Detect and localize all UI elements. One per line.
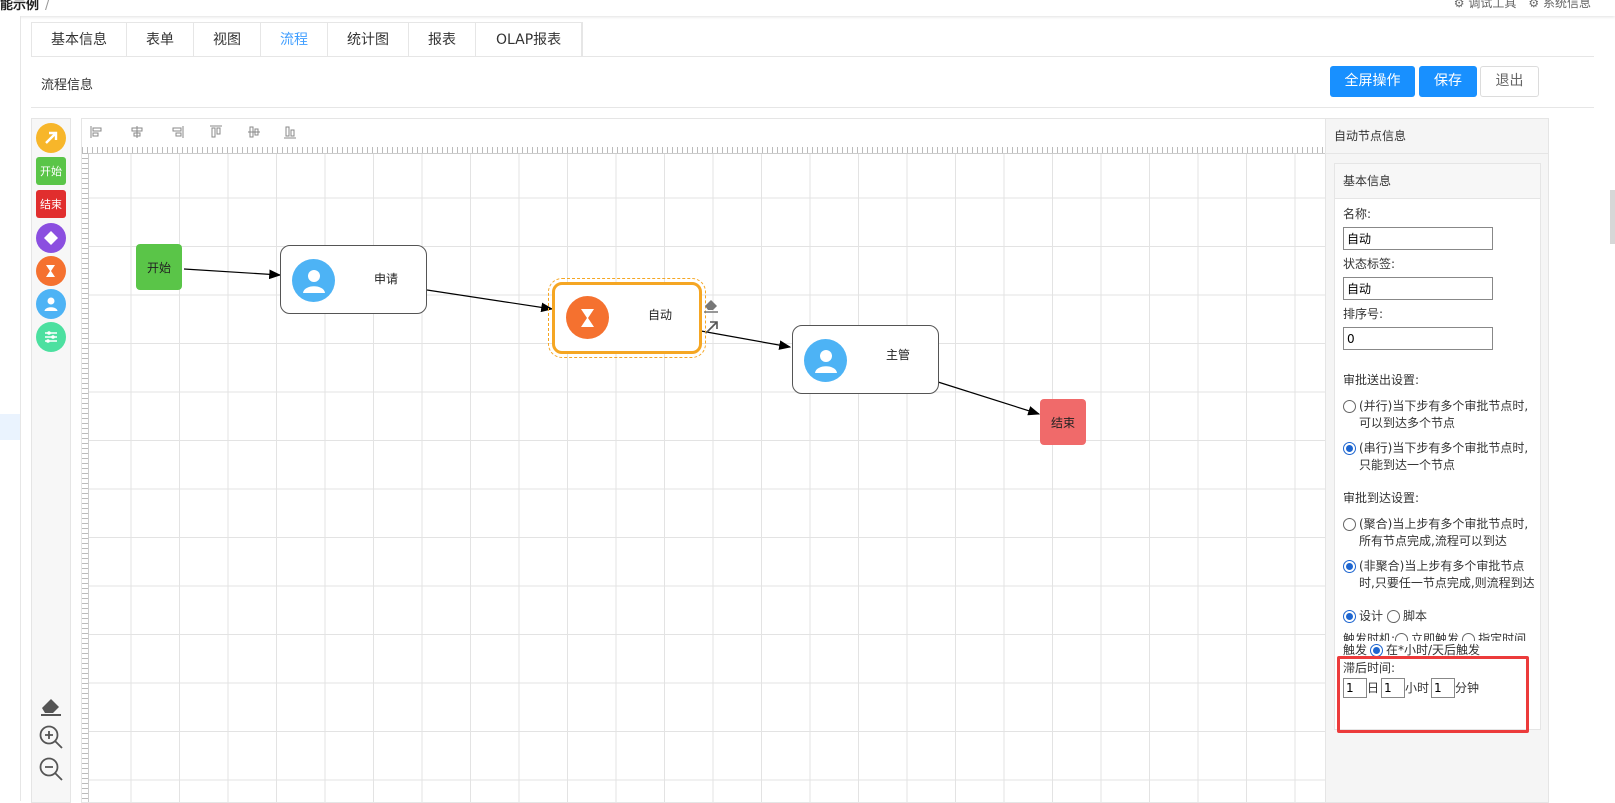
tab-divider [31,56,1594,57]
radio-design[interactable] [1343,610,1356,623]
tab-report[interactable]: 报表 [409,23,476,57]
radio-trigger-time[interactable] [1462,633,1476,641]
radio-nonjoin[interactable] [1343,560,1356,573]
name-label: 名称: [1343,207,1372,221]
page-scrollbar[interactable] [1610,190,1615,244]
flow-canvas[interactable]: 开始 申请 自动 主管 结束 [81,118,1326,803]
highlight-annotation-box [1337,656,1529,733]
trigger-time-label: 指定时间 [1478,632,1527,641]
main-content: 基本信息 表单 视图 流程 统计图 报表 OLAP报表 流程信息 全屏操作 保存… [31,16,1594,803]
send-option-parallel[interactable]: (并行)当下步有多个审批节点时,可以到达多个节点 [1343,398,1535,432]
status-input[interactable] [1343,277,1493,300]
user-icon [804,339,847,382]
name-input[interactable] [1343,227,1493,250]
left-nav-strip [0,16,21,801]
tab-view[interactable]: 视图 [194,23,261,57]
top-bar: 能示例 / ⚙ 调试工具 ⚙ 系统信息 [0,0,1615,16]
arrive-option-nonjoin[interactable]: (非聚合)当上步有多个审批节点时,只要任一节点完成,则流程到达 [1343,558,1535,592]
tab-olap-report[interactable]: OLAP报表 [476,23,583,57]
decision-diamond-icon[interactable] [36,223,66,253]
tab-form[interactable]: 表单 [127,23,194,57]
send-setting-label: 审批送出设置: [1343,373,1420,387]
breadcrumb-separator: / [45,0,50,13]
node-connect-arrow-icon[interactable] [704,319,720,335]
trigger-label: 触发时机: [1343,632,1396,641]
zoom-out-icon[interactable] [38,756,64,782]
arrive-option-join-text: (聚合)当上步有多个审批节点时,所有节点完成,流程可以到达 [1359,517,1529,548]
system-info-link[interactable]: ⚙ 系统信息 [1528,0,1591,11]
breadcrumb: 能示例 / [0,0,49,13]
settings-icon: ⚙ [1528,0,1540,10]
node-auto-label: 自动 [647,308,672,322]
palette-end-node[interactable]: 结束 [36,190,66,218]
user-node-icon[interactable] [36,289,66,319]
order-input[interactable] [1343,327,1493,350]
tab-basic-info[interactable]: 基本信息 [32,23,127,57]
order-label: 排序号: [1343,307,1384,321]
node-eraser-icon[interactable] [702,295,720,313]
panel-form: 名称: 状态标签: 排序号: 审批送出设置: (并行)当下步有多个审批节点时,可… [1343,206,1535,698]
tab-workflow[interactable]: 流程 [261,23,328,57]
left-nav-active-item[interactable] [0,414,20,440]
node-auto-selected[interactable]: 自动 [548,278,706,358]
basic-info-title: 基本信息 [1335,164,1540,199]
auto-icon [566,296,609,339]
send-option-serial-text: (串行)当下步有多个审批节点时,只能到达一个节点 [1359,441,1529,472]
top-right-links: ⚙ 调试工具 ⚙ 系统信息 [1454,0,1591,11]
node-manager-label: 主管 [885,348,910,362]
radio-join[interactable] [1343,518,1356,531]
send-option-parallel-text: (并行)当下步有多个审批节点时,可以到达多个节点 [1359,399,1529,430]
radio-serial[interactable] [1343,442,1356,455]
fullscreen-button[interactable]: 全屏操作 [1330,66,1415,97]
mode-script-label: 脚本 [1403,609,1428,623]
status-label: 状态标签: [1343,257,1396,271]
debug-icon: ⚙ [1453,0,1465,10]
node-apply-label: 申请 [373,272,398,286]
flow-connectors [183,268,1041,416]
sliders-icon[interactable] [36,322,66,352]
arrive-option-nonjoin-text: (非聚合)当上步有多个审批节点时,只要任一节点完成,则流程到达 [1359,559,1535,590]
mode-options: 设计 脚本 [1343,608,1535,625]
mode-design-label: 设计 [1359,609,1384,623]
node-manager[interactable]: 主管 [792,325,939,394]
save-button[interactable]: 保存 [1419,66,1477,97]
connector-manager-end [937,381,1041,416]
node-apply[interactable]: 申请 [280,245,427,314]
basic-info-box: 基本信息 名称: 状态标签: 排序号: 审批送出设置: (并行)当下步有多个审批… [1334,163,1541,730]
debug-tool-link[interactable]: ⚙ 调试工具 [1454,0,1517,11]
tab-bar: 基本信息 表单 视图 流程 统计图 报表 OLAP报表 [31,22,584,57]
radio-parallel[interactable] [1343,400,1356,413]
node-end[interactable]: 结束 [1040,399,1086,445]
panel-title: 自动节点信息 [1326,119,1548,154]
arrive-setting-label: 审批到达设置: [1343,491,1420,505]
connector-apply-auto [426,289,554,313]
exit-button[interactable]: 退出 [1480,66,1539,97]
auto-node-icon[interactable] [36,256,66,286]
arrive-option-join[interactable]: (聚合)当上步有多个审批节点时,所有节点完成,流程可以到达 [1343,516,1535,550]
breadcrumb-item[interactable]: 能示例 [0,0,39,13]
trigger-options: 触发时机: 立即触发 指定时间 [1343,631,1535,641]
send-option-serial[interactable]: (串行)当下步有多个审批节点时,只能到达一个节点 [1343,440,1535,474]
eraser-icon[interactable] [38,692,64,718]
user-icon [292,259,335,302]
node-palette: 开始 结束 [31,118,71,803]
connector-start-apply [183,268,282,280]
arrow-pointer-icon[interactable] [36,123,66,153]
tab-statistics-chart[interactable]: 统计图 [328,23,409,57]
debug-tool-label: 调试工具 [1468,0,1517,10]
radio-script[interactable] [1387,610,1401,623]
node-start[interactable]: 开始 [136,244,182,290]
trigger-now-label: 立即触发 [1411,632,1460,641]
system-info-label: 系统信息 [1542,0,1591,10]
section-divider [31,107,1594,108]
radio-trigger-now[interactable] [1395,633,1409,641]
zoom-in-icon[interactable] [38,724,64,750]
palette-start-node[interactable]: 开始 [36,157,66,185]
section-title: 流程信息 [41,78,94,93]
